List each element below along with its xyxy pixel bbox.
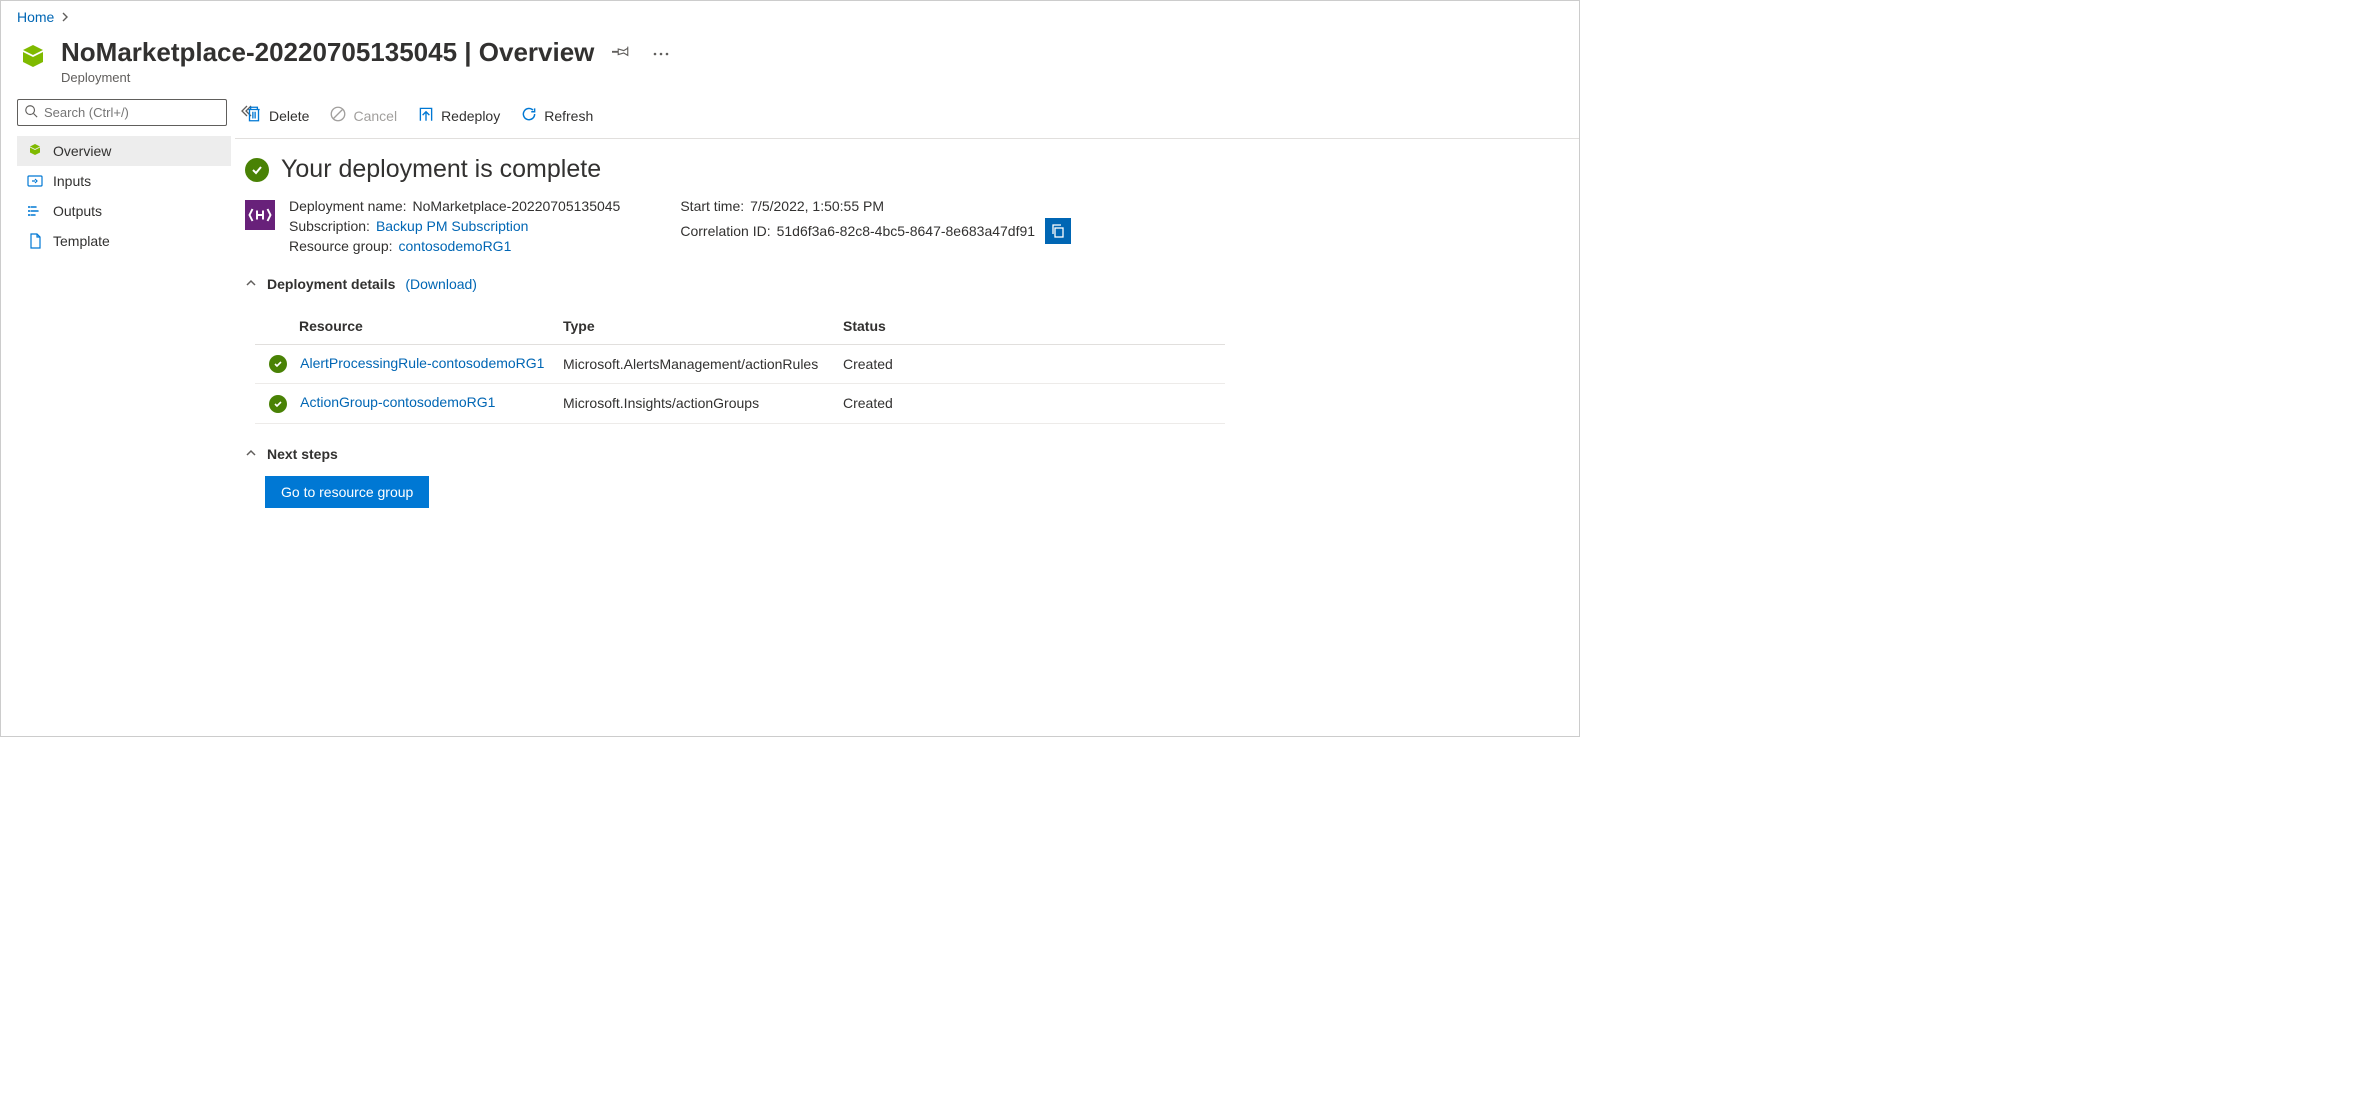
chevron-right-icon — [60, 9, 70, 25]
correlation-id-value: 51d6f3a6-82c8-4bc5-8647-8e683a47df91 — [777, 223, 1035, 239]
download-link[interactable]: (Download) — [405, 276, 477, 292]
deployment-icon — [17, 43, 49, 75]
success-icon — [269, 395, 287, 413]
resource-status: Created — [835, 384, 1225, 423]
deployment-name-value: NoMarketplace-20220705135045 — [413, 198, 621, 214]
inputs-icon — [27, 173, 43, 189]
search-input-wrapper[interactable] — [17, 99, 227, 126]
outputs-icon — [27, 203, 43, 219]
search-icon — [24, 104, 38, 121]
nextsteps-section-title: Next steps — [267, 446, 338, 462]
sidebar-item-label: Overview — [53, 143, 111, 159]
details-section-title: Deployment details — [267, 276, 395, 292]
more-button[interactable] — [648, 41, 674, 64]
template-meta-icon — [245, 200, 275, 230]
resources-table: Resource Type Status AlertProcessingRule… — [255, 308, 1225, 424]
breadcrumb: Home — [1, 1, 1579, 29]
resource-link[interactable]: ActionGroup-contosodemoRG1 — [300, 394, 495, 410]
subscription-label: Subscription: — [289, 218, 370, 234]
status-message: Your deployment is complete — [281, 155, 601, 184]
col-resource: Resource — [255, 308, 555, 345]
resource-link[interactable]: AlertProcessingRule-contosodemoRG1 — [300, 355, 544, 371]
page-subtitle: Deployment — [61, 70, 674, 85]
copy-correlation-button[interactable] — [1045, 218, 1071, 244]
col-type: Type — [555, 308, 835, 345]
deployment-name-label: Deployment name: — [289, 198, 407, 214]
table-row: AlertProcessingRule-contosodemoRG1 Micro… — [255, 345, 1225, 384]
resource-group-label: Resource group: — [289, 238, 393, 254]
template-icon — [27, 233, 43, 249]
go-to-resource-group-button[interactable]: Go to resource group — [265, 476, 429, 508]
delete-button[interactable]: Delete — [245, 103, 309, 128]
page-title: NoMarketplace-20220705135045 | Overview — [61, 37, 594, 68]
start-time-value: 7/5/2022, 1:50:55 PM — [750, 198, 884, 214]
resource-status: Created — [835, 345, 1225, 384]
success-icon — [269, 355, 287, 373]
sidebar: Overview Inputs Outputs Template — [1, 99, 235, 736]
resource-type: Microsoft.Insights/actionGroups — [555, 384, 835, 423]
sidebar-item-label: Inputs — [53, 173, 91, 189]
overview-icon — [27, 143, 43, 159]
refresh-button[interactable]: Refresh — [520, 103, 593, 128]
sidebar-item-label: Outputs — [53, 203, 102, 219]
breadcrumb-home-link[interactable]: Home — [17, 9, 54, 25]
correlation-id-label: Correlation ID: — [680, 223, 770, 239]
sidebar-item-template[interactable]: Template — [17, 226, 231, 256]
toolbar: Delete Cancel Redeploy Refresh — [235, 99, 1579, 139]
sidebar-item-inputs[interactable]: Inputs — [17, 166, 231, 196]
search-input[interactable] — [44, 105, 220, 120]
trash-icon — [245, 105, 263, 126]
subscription-link[interactable]: Backup PM Subscription — [376, 218, 529, 234]
start-time-label: Start time: — [680, 198, 744, 214]
sidebar-item-outputs[interactable]: Outputs — [17, 196, 231, 226]
page-header: NoMarketplace-20220705135045 | Overview … — [1, 29, 1579, 99]
col-status: Status — [835, 308, 1225, 345]
redeploy-button[interactable]: Redeploy — [417, 103, 500, 128]
collapse-nextsteps-button[interactable] — [245, 446, 257, 462]
table-row: ActionGroup-contosodemoRG1 Microsoft.Ins… — [255, 384, 1225, 423]
redeploy-icon — [417, 105, 435, 126]
sidebar-item-overview[interactable]: Overview — [17, 136, 231, 166]
cancel-icon — [329, 105, 347, 126]
collapse-details-button[interactable] — [245, 276, 257, 292]
cancel-button: Cancel — [329, 103, 397, 128]
sidebar-item-label: Template — [53, 233, 110, 249]
success-icon — [245, 158, 269, 182]
pin-button[interactable] — [608, 38, 634, 67]
resource-group-link[interactable]: contosodemoRG1 — [399, 238, 512, 254]
refresh-icon — [520, 105, 538, 126]
resource-type: Microsoft.AlertsManagement/actionRules — [555, 345, 835, 384]
